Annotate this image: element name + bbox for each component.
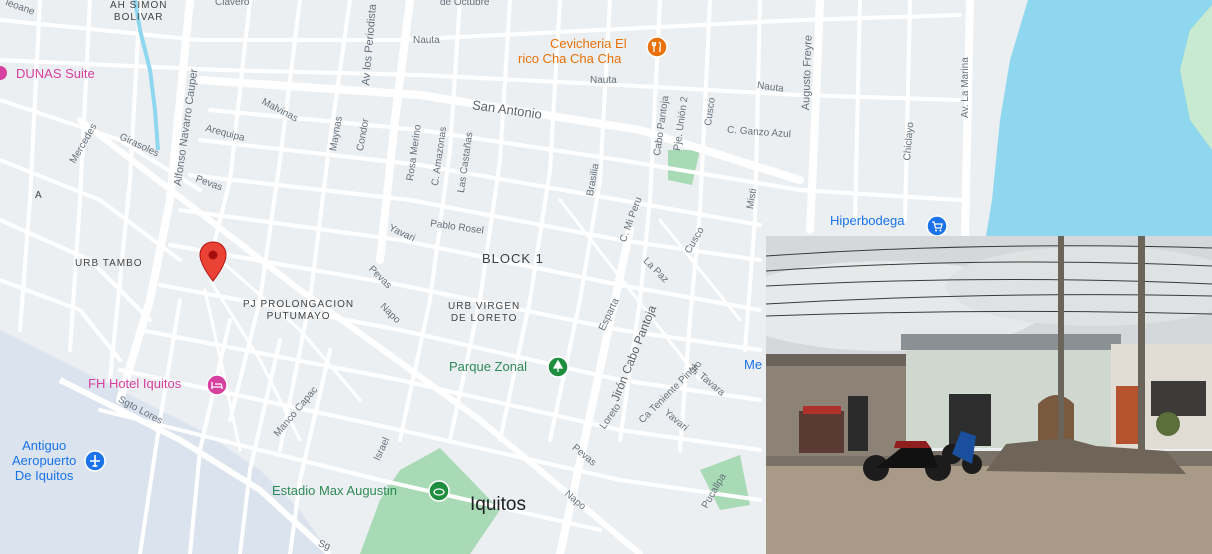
utility-pole (1058, 236, 1064, 454)
poi-label: DUNAS Suite (16, 66, 95, 81)
poi-label: Antiguo Aeropuerto De Iquitos (12, 438, 77, 483)
photo-road (766, 461, 1212, 554)
street-building-photo (766, 236, 1212, 554)
city-label: Iquitos (470, 494, 526, 515)
poi-label: Estadio Max Augustin (272, 483, 398, 498)
mototaxi (799, 411, 844, 453)
street-label: Av. La Marina (960, 57, 971, 118)
hotel-bed-icon (206, 374, 228, 396)
street-label: Nauta (413, 35, 440, 46)
area-label-block-1: BLOCK 1 (482, 251, 544, 266)
potted-plant (1156, 412, 1180, 436)
tree-icon (547, 356, 569, 378)
airplane-icon (84, 450, 106, 472)
street-label: de Octubre (440, 0, 490, 8)
stadium-icon (428, 480, 450, 502)
shopping-cart-icon (926, 215, 948, 237)
map-view[interactable]: ieoane AH SIMON BOLIVAR Clavero de Octubr… (0, 0, 1212, 554)
amazon-river (986, 0, 1212, 236)
area-label-urb-tambo: URB TAMBO (75, 258, 143, 269)
poi-label: Cevicheria El (550, 36, 627, 51)
area-label-a: A (35, 190, 43, 201)
truncated-label: Me (744, 357, 763, 372)
area-label-pj-prolongacion: PJ PROLONGACION PUTUMAYO (243, 299, 355, 322)
poi-label: FH Hotel Iquitos (88, 376, 182, 391)
poi-label: Hiperbodega (830, 213, 905, 228)
area-label-urb-virgen: URB VIRGEN DE LORETO (448, 301, 521, 324)
street-label: Nauta (590, 75, 617, 86)
fork-knife-icon (646, 36, 668, 58)
photo-building-main (906, 348, 1116, 448)
utility-pole (1138, 236, 1145, 454)
poi-label: Parque Zonal (449, 359, 528, 374)
map-pin-icon[interactable] (198, 241, 228, 283)
street-label: Clavero (215, 0, 250, 8)
poi-label: rico Cha Cha Cha (518, 51, 622, 66)
area-label-ah-simon: AH SIMON BOLIVAR (110, 0, 168, 23)
